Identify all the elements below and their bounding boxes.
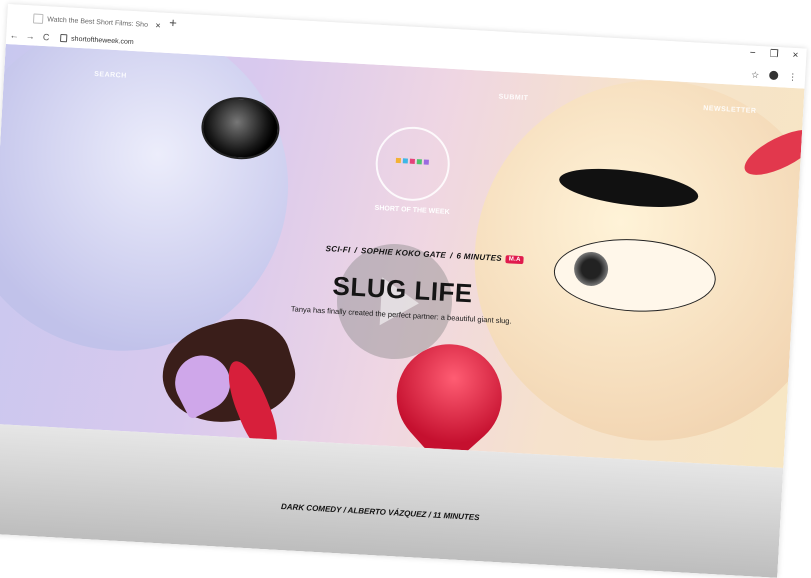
tab-title: Watch the Best Short Films: Sho	[47, 15, 149, 29]
tab-close-icon[interactable]: ×	[153, 20, 164, 31]
genre-link[interactable]: SCI-FI	[325, 244, 350, 254]
address-bar[interactable]: shortoftheweek.com	[59, 33, 134, 46]
hero-section: SEARCH SUBMIT NEWSLETTER SHORT OF THE WE…	[0, 43, 805, 469]
url-text: shortoftheweek.com	[70, 35, 134, 46]
film-title[interactable]: SLUG LIFE	[302, 269, 503, 311]
minimize-button[interactable]: −	[749, 47, 755, 58]
toolbar-actions: ☆ ⋮	[751, 70, 798, 84]
nav-submit[interactable]: SUBMIT	[498, 94, 528, 103]
badge-color-swatch	[409, 158, 415, 164]
badge-color-swatch	[416, 159, 422, 165]
next-film-meta: DARK COMEDY / ALBERTO VÁZQUEZ / 11 MINUT…	[280, 502, 480, 523]
window-controls: − ❐ ×	[749, 47, 798, 61]
site-logo-label[interactable]: SHORT OF THE WEEK	[352, 204, 472, 218]
forward-button[interactable]: →	[22, 31, 39, 42]
browser-menu-icon[interactable]: ⋮	[788, 72, 798, 83]
meta-separator: /	[449, 251, 453, 261]
duration-text: 6 MINUTES	[456, 251, 503, 263]
artwork-face-left	[0, 43, 297, 360]
bookmark-star-icon[interactable]: ☆	[751, 70, 760, 81]
meta-separator: /	[354, 245, 358, 255]
close-button[interactable]: ×	[792, 50, 798, 61]
profile-avatar[interactable]	[768, 70, 779, 81]
maximize-button[interactable]: ❐	[769, 49, 779, 60]
badge-color-swatch	[423, 159, 429, 165]
browser-window: Watch the Best Short Films: Sho × + − ❐ …	[0, 4, 807, 578]
badge-color-swatch	[402, 158, 408, 164]
rating-badge: M.A	[505, 254, 524, 264]
badge-color-swatch	[395, 157, 402, 164]
favicon-icon	[32, 13, 44, 24]
web-page: SEARCH SUBMIT NEWSLETTER SHORT OF THE WE…	[0, 43, 805, 578]
new-tab-button[interactable]: +	[169, 15, 177, 30]
reload-button[interactable]: C	[38, 32, 55, 43]
lock-icon	[59, 33, 68, 43]
back-button[interactable]: ←	[6, 30, 23, 41]
